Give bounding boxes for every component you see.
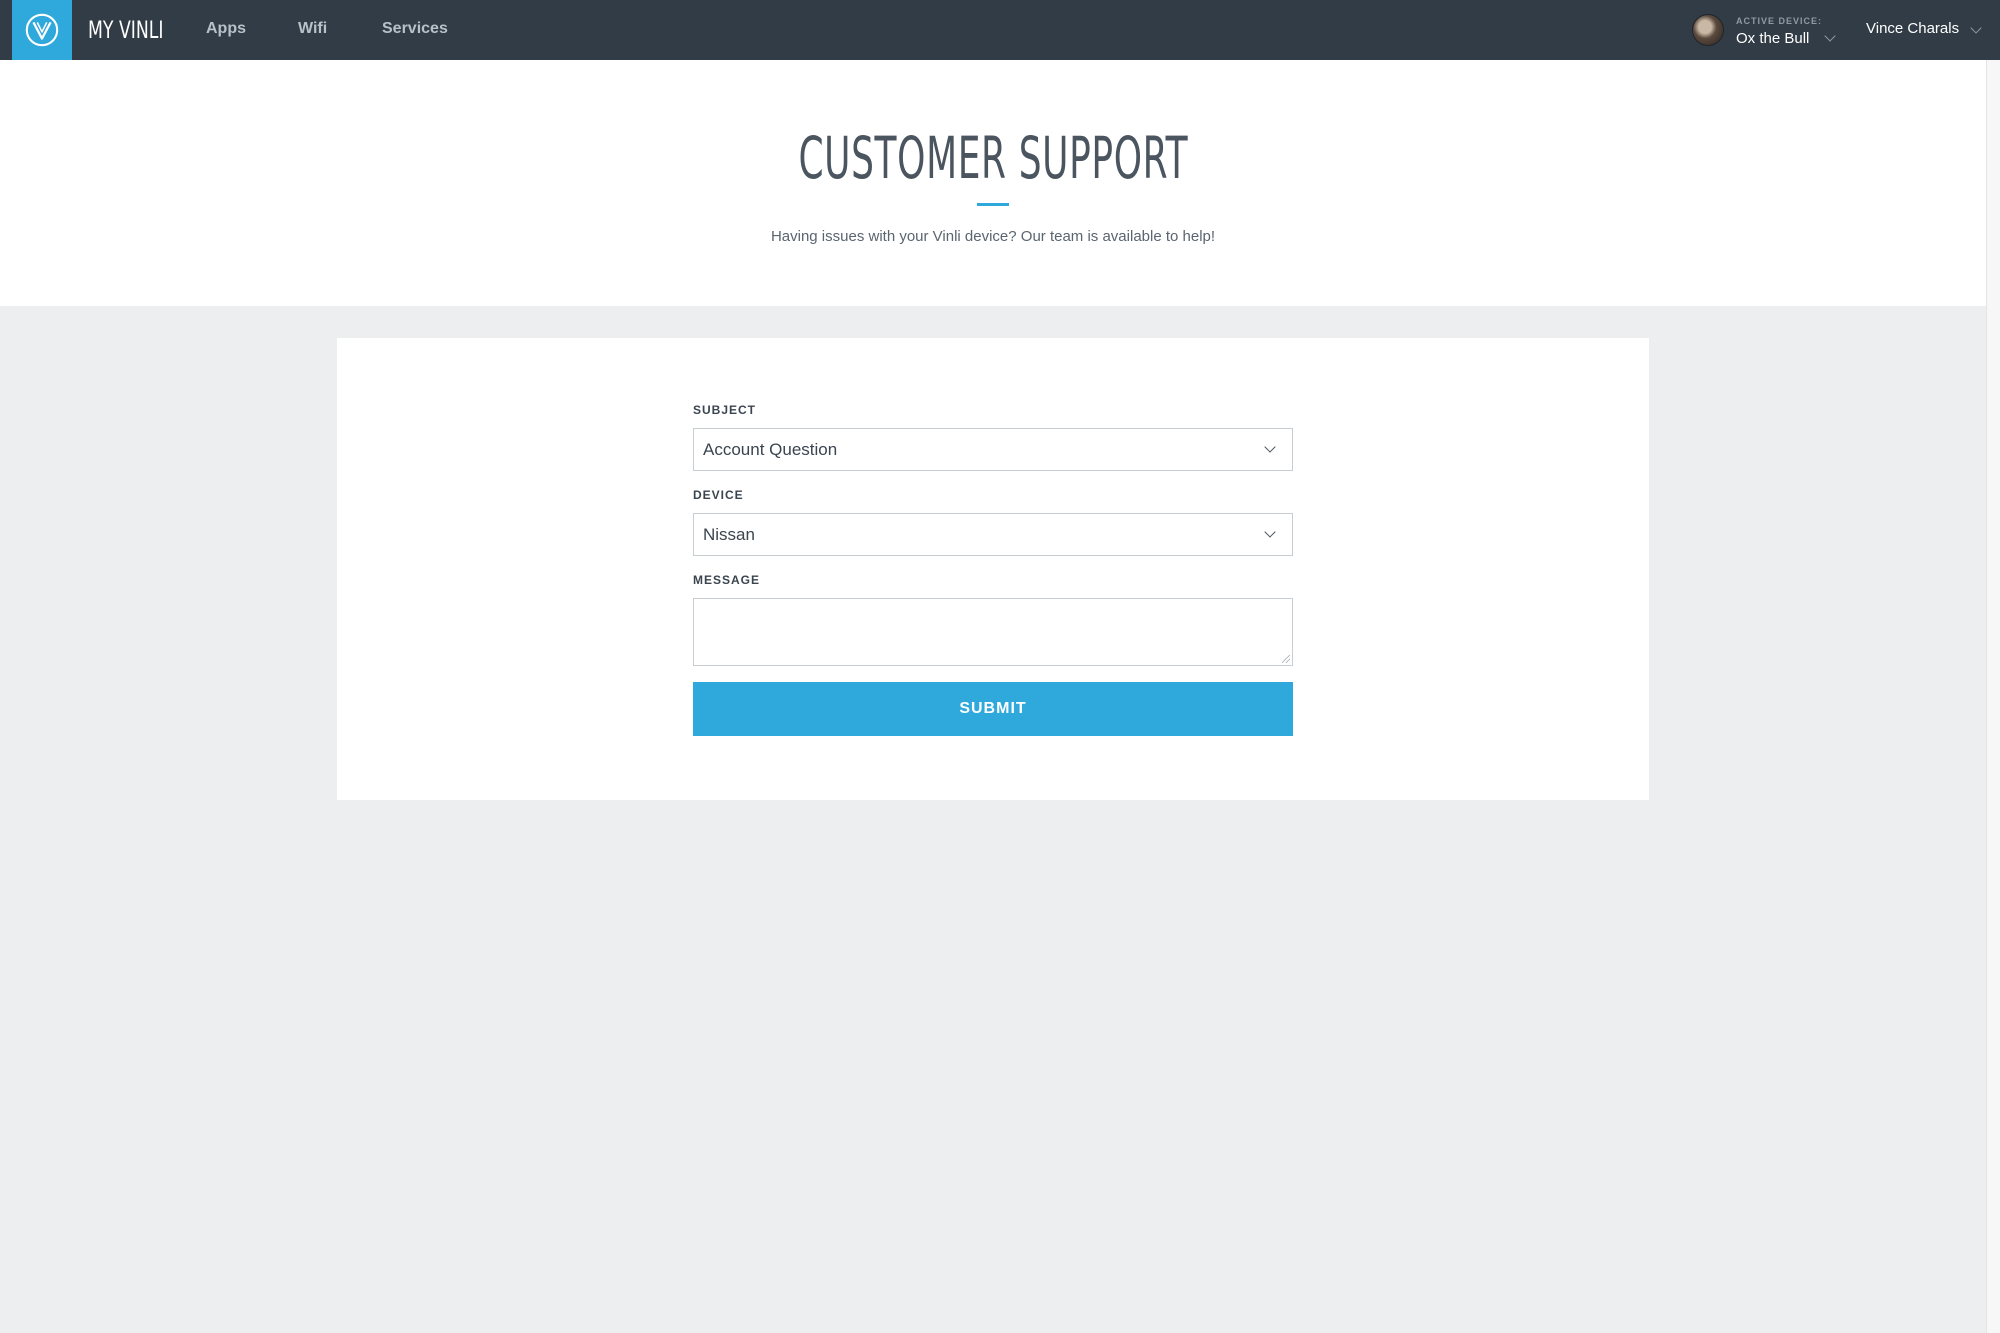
resize-handle-icon[interactable] bbox=[1282, 655, 1290, 663]
subject-label: SUBJECT bbox=[693, 403, 757, 417]
vinli-logo[interactable] bbox=[12, 0, 72, 60]
device-select-chevron-down-icon bbox=[1264, 526, 1276, 538]
device-selected-value: Nissan bbox=[703, 525, 755, 544]
device-select[interactable]: Nissan bbox=[693, 513, 1293, 556]
active-device-name[interactable]: Ox the Bull bbox=[1736, 30, 1809, 47]
page-header: CUSTOMER SUPPORT Having issues with your… bbox=[0, 60, 1986, 306]
message-textarea[interactable] bbox=[693, 598, 1293, 666]
nav-link-wifi[interactable]: Wifi bbox=[298, 0, 327, 60]
vinli-logo-icon bbox=[25, 13, 59, 47]
submit-button[interactable]: SUBMIT bbox=[693, 682, 1293, 736]
device-label: DEVICE bbox=[693, 488, 744, 502]
page-title: CUSTOMER SUPPORT bbox=[0, 124, 1986, 192]
subject-selected-value: Account Question bbox=[703, 440, 838, 459]
nav-link-apps[interactable]: Apps bbox=[206, 0, 246, 60]
subject-select[interactable]: Account Question bbox=[693, 428, 1293, 471]
nav-link-services[interactable]: Services bbox=[382, 0, 448, 60]
subject-chevron-down-icon bbox=[1264, 441, 1276, 453]
title-divider bbox=[977, 203, 1009, 206]
active-device-avatar[interactable] bbox=[1692, 14, 1724, 46]
page-title-text: CUSTOMER SUPPORT bbox=[798, 124, 1188, 192]
top-nav-bar: MY VINLI Apps Wifi Services ACTIVE DEVIC… bbox=[0, 0, 2000, 60]
user-menu-name[interactable]: Vince Charals bbox=[1866, 0, 1959, 60]
message-label: MESSAGE bbox=[693, 573, 761, 587]
brand-name[interactable]: MY VINLI bbox=[88, 0, 164, 60]
active-device-label: ACTIVE DEVICE: bbox=[1736, 16, 1823, 26]
page-subtitle: Having issues with your Vinli device? Ou… bbox=[770, 228, 1216, 245]
scrollbar-track[interactable] bbox=[1986, 60, 2000, 1333]
device-chevron-down-icon[interactable] bbox=[1824, 30, 1836, 42]
user-chevron-down-icon[interactable] bbox=[1970, 22, 1982, 34]
